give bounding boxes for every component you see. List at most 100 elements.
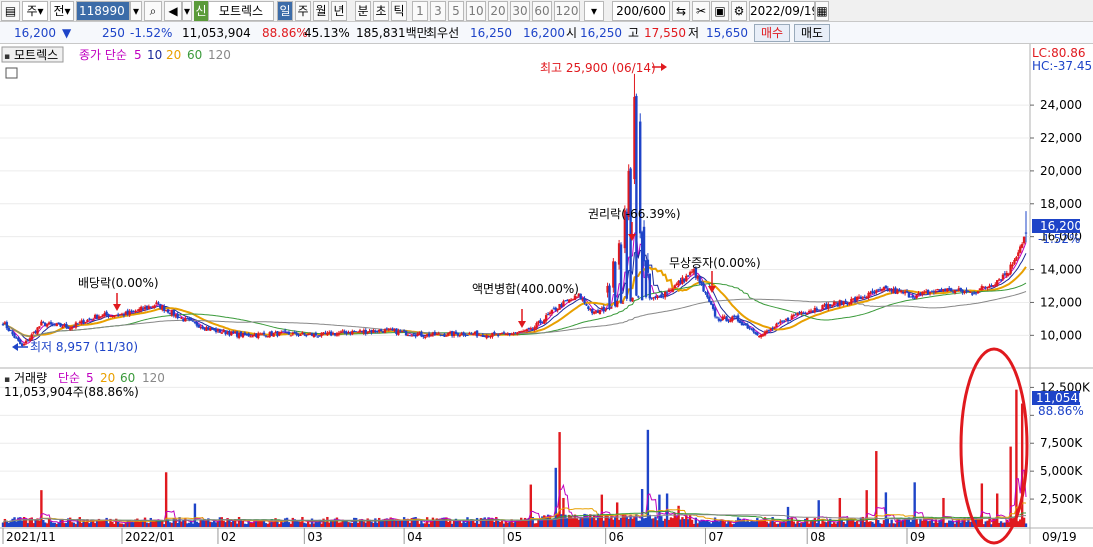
interval-60[interactable]: 60: [532, 1, 552, 21]
volume-tick-label: 5,000K: [1040, 464, 1083, 478]
ma120-label: 120: [208, 48, 231, 62]
candle-body: [602, 306, 605, 312]
candle-body: [189, 318, 193, 321]
tab-minute[interactable]: 분: [355, 1, 371, 21]
scissors-icon[interactable]: ✂: [692, 1, 710, 21]
credit-badge: 신: [194, 1, 208, 21]
candle-body: [22, 343, 26, 346]
candle-body: [631, 297, 634, 302]
speaker-icon[interactable]: ◀: [164, 1, 182, 21]
low-annotation: 최저 8,957 (11/30): [30, 340, 138, 354]
candle-body: [782, 320, 786, 322]
hc-value: HC:-37.45: [1032, 59, 1092, 73]
interval-1[interactable]: 1: [412, 1, 428, 21]
candle-body: [153, 305, 156, 308]
high-price: 17,550: [644, 26, 686, 40]
candlestick-chart[interactable]: 10,00012,00014,00016,00018,00020,00022,0…: [0, 44, 1093, 547]
current-price: 16,200: [14, 26, 56, 40]
down-arrow-icon: ▼: [62, 26, 72, 40]
turnover-rate: 45.13%: [304, 26, 350, 40]
candle-body: [337, 332, 341, 335]
tab-week[interactable]: 주: [295, 1, 311, 21]
candle-body: [291, 333, 295, 335]
buy-button[interactable]: 매수: [754, 24, 790, 42]
candle-body: [573, 295, 577, 300]
volume-bar: [817, 500, 820, 527]
tab-day[interactable]: 일: [277, 1, 293, 21]
price-tick-label: 20,000: [1040, 164, 1082, 178]
chart-area[interactable]: 10,000 12,000 14,000 16,000 18,000 20,000 22,0…: [0, 44, 1093, 547]
date-tick-label: 07: [708, 530, 723, 544]
candle-body: [665, 292, 669, 294]
candle-body: [619, 244, 623, 304]
window-menu-icon[interactable]: ▤: [1, 1, 20, 21]
candle-body: [422, 335, 425, 337]
candle-body: [13, 333, 16, 338]
candle-body: [30, 334, 33, 340]
high-label: 고: [628, 26, 640, 40]
pane-menu-icon[interactable]: ▪: [4, 52, 10, 62]
volume-bar: [1020, 403, 1024, 527]
candle-body: [598, 310, 602, 315]
interval-3[interactable]: 3: [430, 1, 446, 21]
tab-year[interactable]: 년: [331, 1, 347, 21]
chevron-down-icon[interactable]: ▾: [130, 1, 142, 21]
interval-dropdown[interactable]: ▾: [584, 1, 604, 21]
tab-month[interactable]: 월: [313, 1, 329, 21]
tab-second[interactable]: 초: [373, 1, 389, 21]
interval-20[interactable]: 20: [488, 1, 508, 21]
date-field[interactable]: 2022/09/19: [749, 1, 815, 21]
candle-body: [790, 315, 794, 320]
candle-body: [711, 304, 715, 309]
candle-body: [999, 279, 1003, 281]
bonus-annotation: 무상증자(0.00%): [669, 256, 761, 270]
code-input[interactable]: 118990: [76, 1, 130, 21]
interval-5[interactable]: 5: [448, 1, 464, 21]
count-field[interactable]: 200/600: [612, 1, 670, 21]
candle-body: [550, 309, 554, 314]
toolbar: ▤ 주▾ 전▾ 118990 ▾ ⌕ ◀ ▾ 신 모트렉스 일 주 월 년 분 …: [0, 0, 1093, 22]
current-change-tag: -1.52%: [1038, 232, 1080, 246]
market-select[interactable]: 주▾: [22, 1, 48, 21]
candle-body: [775, 323, 778, 327]
price-tick-label: 18,000: [1040, 197, 1082, 211]
interval-30[interactable]: 30: [510, 1, 530, 21]
candle-body: [383, 329, 387, 333]
sell-button[interactable]: 매도: [794, 24, 830, 42]
candle-body: [642, 226, 646, 262]
candle-body: [911, 295, 914, 298]
search-icon[interactable]: ⌕: [144, 1, 162, 21]
candle-body: [303, 332, 306, 335]
save-icon[interactable]: ▣: [711, 1, 729, 21]
candle-body: [157, 302, 160, 304]
candle-body: [299, 334, 302, 336]
candle-body: [850, 298, 853, 304]
candle-body: [671, 289, 675, 292]
x-axis-right-label: 09/19: [1042, 530, 1077, 544]
candle-body: [86, 319, 89, 322]
candle-body: [495, 333, 498, 335]
gear-icon[interactable]: ⚙: [731, 1, 747, 21]
stock-name-field[interactable]: 모트렉스: [208, 1, 274, 21]
calendar-icon[interactable]: ▦: [815, 1, 829, 21]
interval-120[interactable]: 120: [554, 1, 580, 21]
tab-tick[interactable]: 틱: [391, 1, 407, 21]
category-select[interactable]: 전▾: [50, 1, 74, 21]
chevron-down-icon[interactable]: ▾: [182, 1, 192, 21]
candle-body: [178, 316, 181, 318]
interval-10[interactable]: 10: [466, 1, 486, 21]
candle-body: [686, 275, 690, 277]
candle-body: [748, 327, 751, 329]
volume-bar: [1024, 523, 1028, 527]
candle-body: [379, 329, 383, 332]
candle-body: [61, 327, 64, 329]
candle-body: [713, 308, 717, 317]
candle-body: [19, 339, 22, 345]
volume-pane-menu-icon[interactable]: ▪: [4, 375, 10, 385]
candle-body: [765, 330, 769, 333]
zoom-icon[interactable]: ⇆: [672, 1, 690, 21]
candle-body: [996, 280, 999, 286]
candle-body: [980, 286, 984, 290]
volume-bar: [865, 490, 868, 527]
candle-body: [752, 328, 755, 332]
